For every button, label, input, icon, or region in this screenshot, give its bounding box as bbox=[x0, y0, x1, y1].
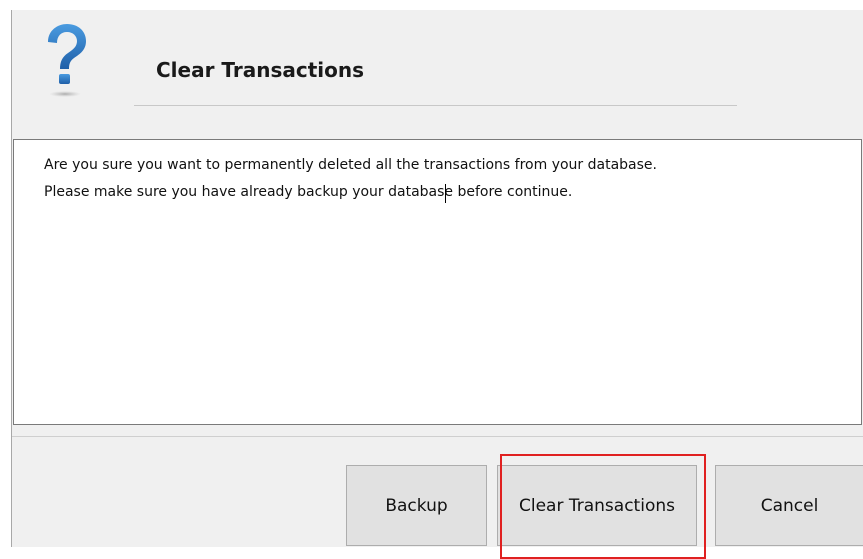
message-textbox[interactable] bbox=[13, 139, 862, 425]
message-line-2: Please make sure you have already backup… bbox=[44, 184, 573, 200]
cancel-button[interactable]: Cancel bbox=[715, 465, 863, 546]
text-caret bbox=[445, 184, 446, 203]
footer-divider bbox=[12, 436, 863, 437]
backup-button[interactable]: Backup bbox=[346, 465, 487, 546]
title-divider bbox=[134, 105, 737, 106]
clear-transactions-button[interactable]: Clear Transactions bbox=[497, 465, 697, 546]
question-mark-icon bbox=[48, 24, 86, 97]
message-line-1: Are you sure you want to permanently del… bbox=[44, 157, 657, 173]
clear-transactions-dialog: Clear Transactions Are you sure you want… bbox=[11, 10, 863, 559]
dialog-title: Clear Transactions bbox=[156, 58, 365, 82]
dialog-header: Clear Transactions bbox=[12, 10, 863, 128]
